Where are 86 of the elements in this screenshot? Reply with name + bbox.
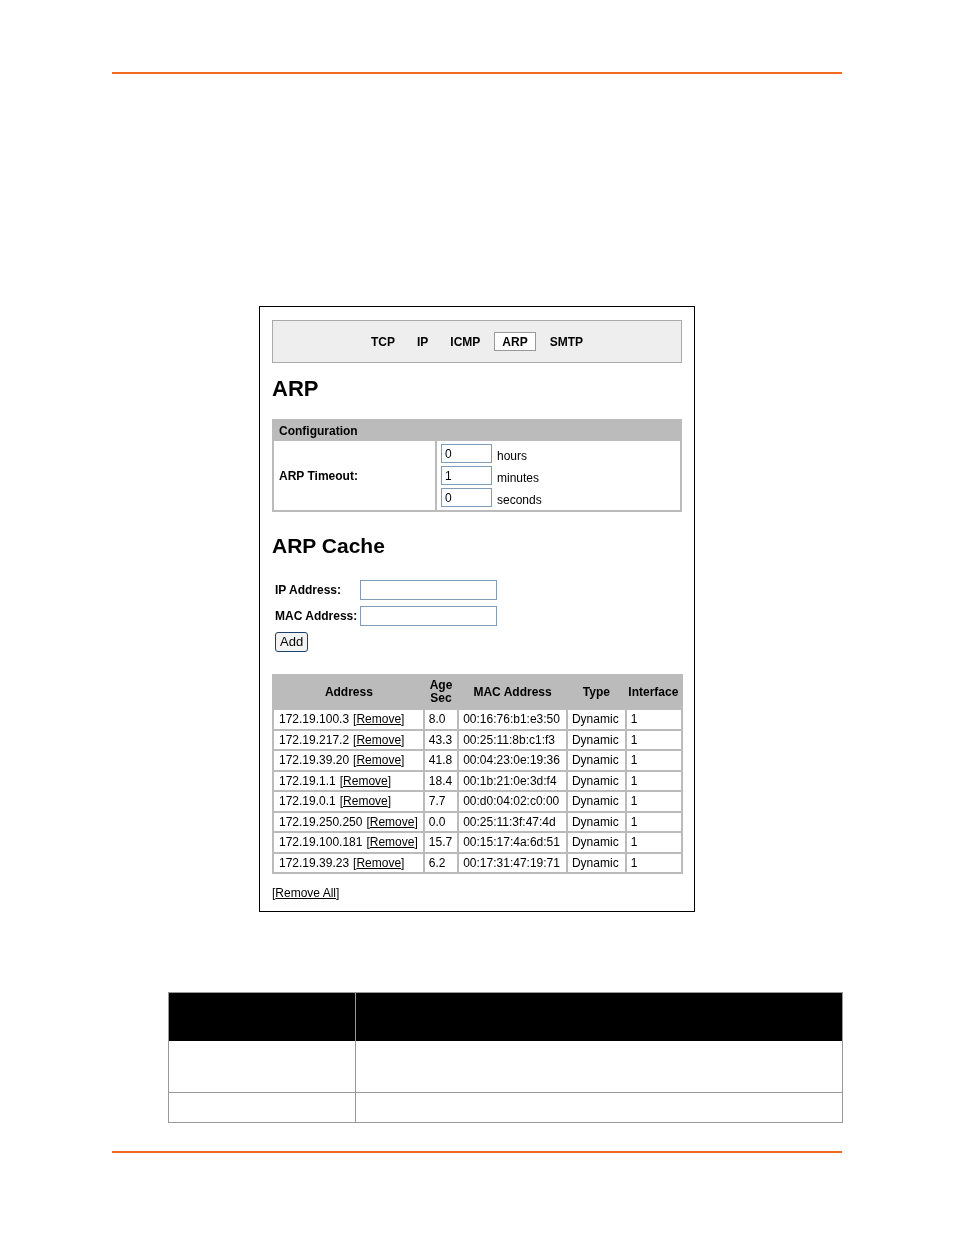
ip-address: 172.19.39.23 [279,855,350,870]
ip-address: 172.19.1.1 [279,773,336,788]
bracket: [ [339,794,344,809]
remove-link[interactable]: Remove [343,794,388,809]
table-cell: 00:04:23:0e:19:36 [458,750,567,771]
bracket: ] [401,732,405,747]
number-field[interactable]: 0 [441,488,492,507]
table-cell: Dynamic [566,832,626,853]
number-field[interactable]: 0 [441,444,492,463]
bracket: ] [401,855,405,870]
page-heading: ARP [272,375,320,403]
table-cell: 00:1b:21:0e:3d:f4 [458,770,567,791]
bracket: [ [353,712,357,727]
unit-label: hours [497,449,528,463]
number-field[interactable]: 1 [441,466,492,485]
bracket: [ [366,814,370,829]
table-cell: Dynamic [566,729,626,750]
table-cell: 1 [625,709,682,730]
bracket: ] [387,773,392,788]
column-header: Age Sec [423,675,459,709]
ip-address: 172.19.100.181 [279,835,363,850]
table-cell: 1 [625,811,682,832]
table-cell: 18.4 [423,770,459,791]
table-cell: Dynamic [566,811,626,832]
column-header: Address [273,675,424,709]
bracket: [ [366,835,370,850]
table-cell: 1 [625,832,682,853]
table-cell: 8.0 [423,709,459,730]
table-cell: 00:17:31:47:19:71 [458,852,567,873]
bracket: ] [414,814,418,829]
table-cell: 1 [625,729,682,750]
ip-address: 172.19.0.1 [279,794,336,809]
column-header: MAC Address [458,675,567,709]
bracket: ] [387,794,392,809]
nav-tab[interactable]: TCP [363,332,403,351]
ip-address: 172.19.100.3 [279,712,350,727]
table-cell: Dynamic [566,852,626,873]
table-cell: 1 [625,852,682,873]
table-cell: 1 [625,750,682,771]
table-cell: Dynamic [566,791,626,812]
table-cell: 15.7 [423,832,459,853]
bracket: [ [339,773,344,788]
table-cell: Dynamic [566,750,626,771]
field-label: IP Address: [275,582,343,599]
nav-tab[interactable]: ICMP [442,332,489,351]
table-cell: 00:d0:04:02:c0:00 [458,791,567,812]
add-button[interactable]: Add [275,632,309,652]
ip-address: 172.19.39.20 [279,753,350,768]
section-heading: ARP Cache [272,533,386,559]
ip-address: 172.19.250.250 [279,814,363,829]
table-cell: 41.8 [423,750,459,771]
table-cell: 00:25:11:8b:c1:f3 [458,729,567,750]
table-cell: 6.2 [423,852,459,873]
field-label: ARP Timeout: [279,467,358,485]
bracket: ] [401,753,405,768]
table-cell: 00:15:17:4a:6d:51 [458,832,567,853]
text-field[interactable] [360,580,497,600]
bracket: [ [353,753,357,768]
bracket: [ [353,732,357,747]
unit-label: seconds [497,493,542,507]
field-label: MAC Address: [275,608,359,625]
table-cell: 00:25:11:3f:47:4d [458,811,567,832]
table-cell: 43.3 [423,729,459,750]
table-cell: 1 [625,791,682,812]
bracket: ] [336,886,340,900]
table-cell: Dynamic [566,770,626,791]
table-cell: 00:16:76:b1:e3:50 [458,709,567,730]
bracket: ] [401,712,405,727]
table-cell: 1 [625,770,682,791]
bracket: ] [414,835,418,850]
unit-label: minutes [497,471,540,485]
nav-tab[interactable]: IP [409,332,437,351]
bracket: [ [353,855,357,870]
remove-link[interactable]: Remove [343,773,388,788]
text-field[interactable] [360,606,497,626]
bracket: [ [272,886,276,900]
column-header: Interface [625,675,682,709]
table-cell: 7.7 [423,791,459,812]
nav-tab[interactable]: ARP [494,332,536,351]
ip-address: 172.19.217.2 [279,732,350,747]
table-cell: 0.0 [423,811,459,832]
remove-all-link[interactable]: Remove All [275,886,337,900]
section-title: Configuration [274,421,680,441]
nav-tab[interactable]: SMTP [541,332,591,351]
column-header: Type [566,675,626,709]
table-cell: Dynamic [566,709,626,730]
